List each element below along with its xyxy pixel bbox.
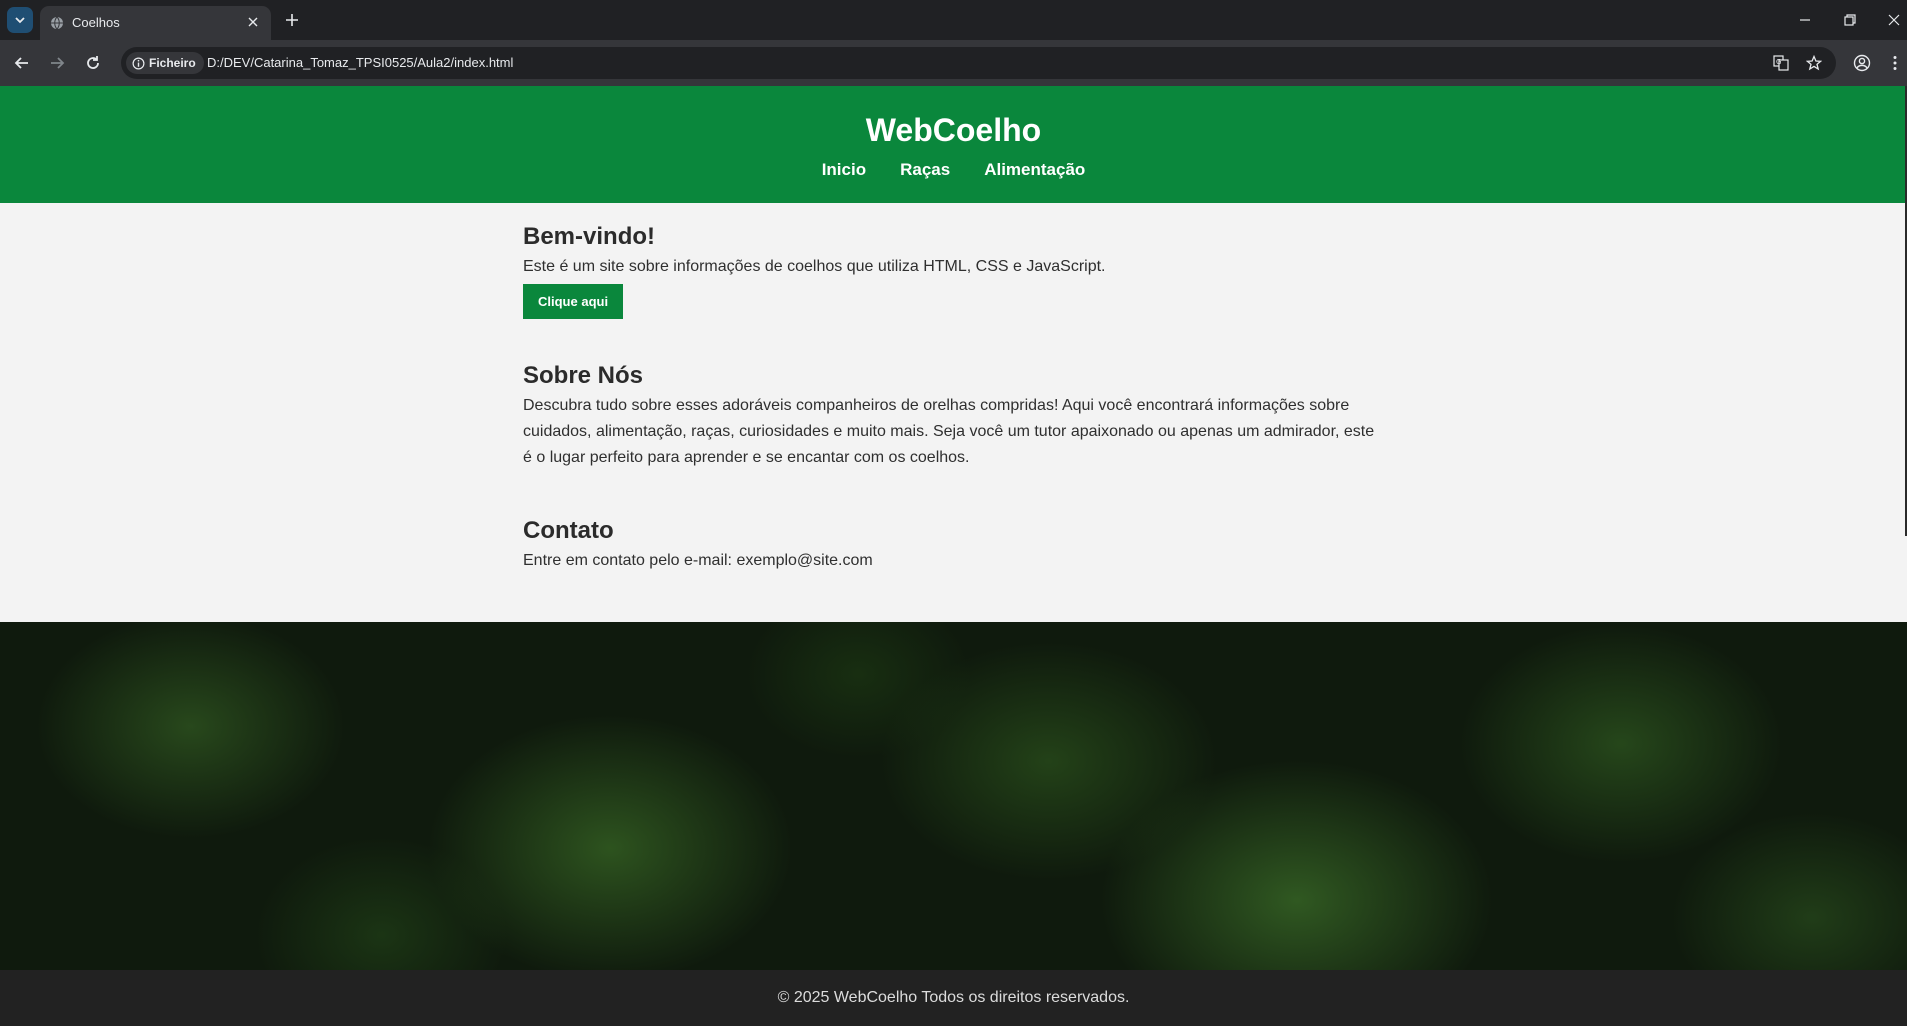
new-tab-button[interactable] (282, 10, 302, 30)
site-nav: Inicio Raças Alimentação (0, 160, 1907, 180)
plus-icon (286, 14, 298, 26)
tab-title: Coelhos (72, 15, 120, 30)
minimize-icon (1800, 19, 1810, 21)
url-text[interactable]: D:/DEV/Catarina_Tomaz_TPSI0525/Aula2/ind… (207, 55, 513, 70)
main-content: Bem-vindo! Este é um site sobre informaç… (0, 203, 1907, 622)
background-image (0, 622, 1907, 970)
browser-toolbar: Ficheiro D:/DEV/Catarina_Tomaz_TPSI0525/… (0, 40, 1907, 86)
click-here-button[interactable]: Clique aqui (523, 284, 624, 319)
bookmark-button[interactable] (1804, 53, 1824, 73)
nav-link-inicio[interactable]: Inicio (822, 160, 866, 180)
back-button[interactable] (11, 52, 33, 74)
welcome-heading: Bem-vindo! (523, 223, 655, 250)
welcome-text: Este é um site sobre informações de coel… (523, 258, 1106, 275)
browser-tab[interactable]: Coelhos (40, 6, 271, 40)
chevron-down-icon (15, 17, 25, 24)
contact-heading: Contato (523, 517, 614, 544)
nav-link-racas[interactable]: Raças (900, 160, 950, 180)
site-info-chip[interactable]: Ficheiro (126, 52, 204, 74)
site-info-label: Ficheiro (149, 56, 196, 70)
footer-text: © 2025 WebCoelho Todos os direitos reser… (777, 989, 1130, 1006)
about-section: Sobre Nós Descubra tudo sobre esses ador… (523, 362, 1383, 471)
about-text: Descubra tudo sobre esses adoráveis comp… (523, 397, 1375, 466)
menu-button[interactable] (1888, 52, 1902, 74)
arrow-left-icon (14, 57, 28, 69)
reload-button[interactable] (82, 52, 104, 74)
translate-icon: G (1773, 55, 1789, 71)
welcome-section: Bem-vindo! Este é um site sobre informaç… (523, 223, 1383, 319)
close-icon (1888, 14, 1900, 26)
more-vert-icon (1893, 56, 1897, 70)
site-header: WebCoelho Inicio Raças Alimentação (0, 86, 1907, 203)
star-icon (1806, 55, 1822, 71)
info-icon (132, 57, 145, 69)
browser-tab-bar: Coelhos (0, 0, 1907, 40)
close-window-button[interactable] (1884, 10, 1904, 30)
globe-icon (51, 16, 63, 30)
close-icon (248, 17, 258, 27)
svg-text:G: G (1776, 58, 1781, 66)
address-bar[interactable]: Ficheiro D:/DEV/Catarina_Tomaz_TPSI0525/… (121, 47, 1836, 79)
contact-section: Contato Entre em contato pelo e-mail: ex… (523, 517, 1383, 574)
site-title: WebCoelho (865, 112, 1042, 148)
tab-search-button[interactable] (7, 7, 33, 33)
web-page: WebCoelho Inicio Raças Alimentação Bem-v… (0, 86, 1907, 1026)
profile-icon (1853, 54, 1871, 72)
profile-button[interactable] (1851, 52, 1873, 74)
nav-link-alimentacao[interactable]: Alimentação (984, 160, 1085, 180)
forward-button[interactable] (46, 52, 68, 74)
about-heading: Sobre Nós (523, 362, 644, 389)
minimize-button[interactable] (1795, 10, 1815, 30)
tab-close-button[interactable] (243, 12, 263, 32)
translate-button[interactable]: G (1771, 53, 1791, 73)
site-footer: © 2025 WebCoelho Todos os direitos reser… (0, 970, 1907, 1026)
restore-button[interactable] (1840, 10, 1860, 30)
reload-icon (87, 56, 99, 69)
restore-icon (1844, 14, 1856, 26)
contact-text: Entre em contato pelo e-mail: exemplo@si… (523, 552, 873, 569)
arrow-right-icon (51, 57, 65, 69)
